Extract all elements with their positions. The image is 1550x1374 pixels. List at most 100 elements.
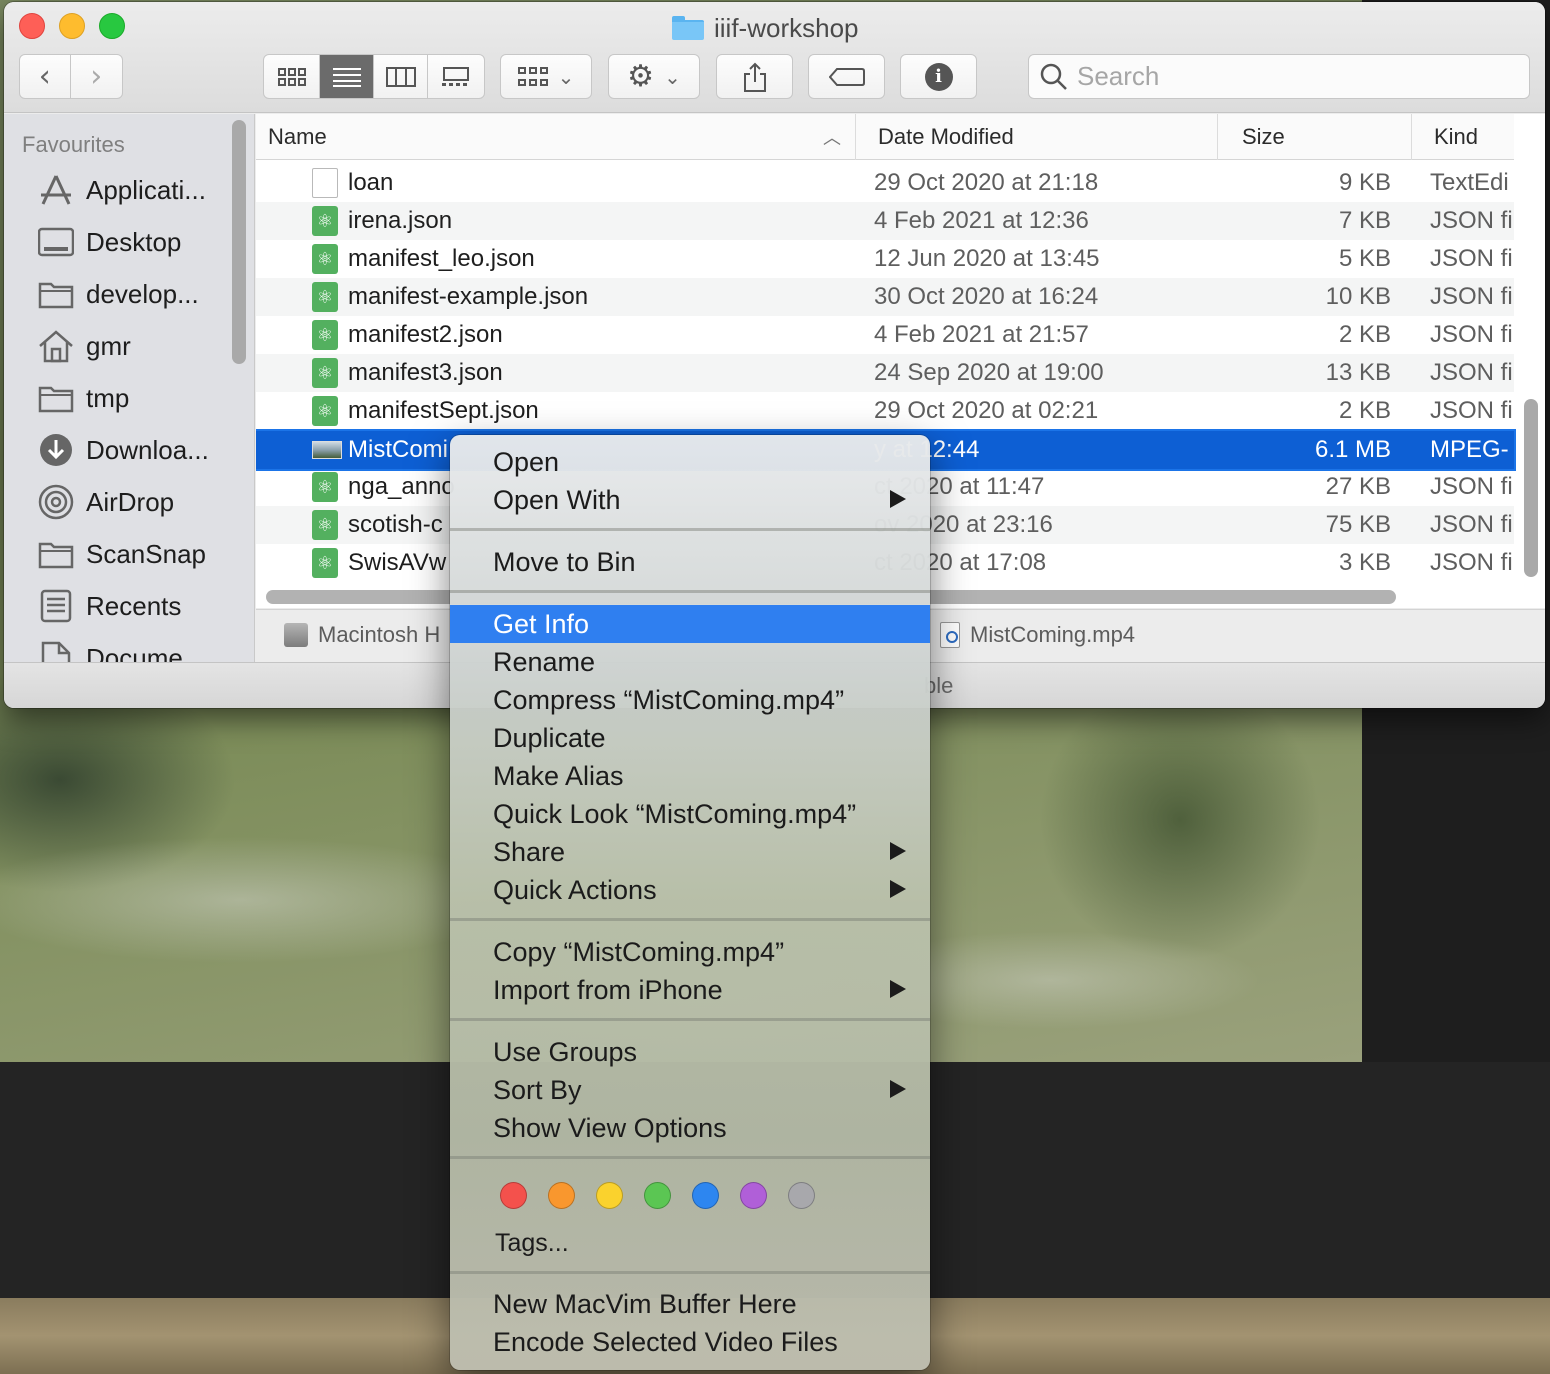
sidebar-item-documents[interactable]: Docume: [36, 638, 183, 662]
file-row-manifest2-json[interactable]: ⚛ manifest2.json 4 Feb 2021 at 21:57 2 K…: [256, 316, 1514, 354]
column-kind[interactable]: Kind: [1412, 114, 1514, 160]
applications-icon: [36, 170, 76, 210]
tag-red-dot[interactable]: [500, 1182, 527, 1209]
share-button[interactable]: [716, 54, 793, 99]
menu-item-open-with[interactable]: Open With: [450, 481, 930, 519]
sidebar-item-developer[interactable]: develop...: [36, 274, 199, 314]
file-row-manifestsept-json[interactable]: ⚛ manifestSept.json 29 Oct 2020 at 02:21…: [256, 392, 1514, 430]
tag-blue-dot[interactable]: [692, 1182, 719, 1209]
menu-item-import-from-iphone[interactable]: Import from iPhone: [450, 971, 930, 1009]
list-view-icon: [332, 67, 361, 87]
context-menu: Open Open With Move to Bin Get Info Rena…: [450, 435, 930, 1370]
file-row-loan[interactable]: loan 29 Oct 2020 at 21:18 9 KB TextEdi: [256, 164, 1514, 202]
desktop-icon: [36, 222, 76, 262]
file-list-vertical-scrollbar[interactable]: [1524, 399, 1538, 577]
menu-item-show-view-options[interactable]: Show View Options: [450, 1109, 930, 1147]
json-file-icon: ⚛: [312, 282, 338, 312]
back-button[interactable]: ‹: [20, 55, 71, 98]
folder-icon: [36, 274, 76, 314]
menu-item-rename[interactable]: Rename: [450, 643, 930, 681]
menu-separator: [450, 1271, 930, 1274]
tag-grey-dot[interactable]: [788, 1182, 815, 1209]
menu-item-copy[interactable]: Copy “MistComing.mp4”: [450, 933, 930, 971]
menu-item-quick-actions[interactable]: Quick Actions: [450, 871, 930, 909]
column-name[interactable]: Name ︿: [256, 114, 856, 160]
icon-view-button[interactable]: [264, 55, 320, 98]
column-name-label: Name: [268, 124, 327, 149]
sidebar-item-gmr[interactable]: gmr: [36, 326, 131, 366]
list-view-button[interactable]: [320, 55, 374, 98]
search-field[interactable]: Search: [1028, 54, 1530, 99]
column-view-button[interactable]: [374, 55, 428, 98]
sidebar-item-label: Applicati...: [86, 174, 206, 205]
sidebar-item-scansnap[interactable]: ScanSnap: [36, 534, 206, 574]
navigation-buttons: ‹ ›: [19, 54, 123, 99]
file-kind: JSON fi: [1430, 283, 1513, 310]
menu-item-label: Import from iPhone: [493, 974, 723, 1005]
menu-item-get-info[interactable]: Get Info: [450, 605, 930, 643]
file-size: 27 KB: [1325, 473, 1391, 500]
menu-item-use-groups[interactable]: Use Groups: [450, 1033, 930, 1071]
menu-separator: [450, 590, 930, 593]
path-item-disk[interactable]: Macintosh H: [284, 622, 440, 648]
tag-icon: [828, 67, 865, 86]
get-info-button[interactable]: i: [900, 54, 977, 99]
file-row-irena-json[interactable]: ⚛ irena.json 4 Feb 2021 at 12:36 7 KB JS…: [256, 202, 1514, 240]
menu-item-move-to-bin[interactable]: Move to Bin: [450, 543, 930, 581]
tag-orange-dot[interactable]: [548, 1182, 575, 1209]
menu-item-share[interactable]: Share: [450, 833, 930, 871]
edit-tags-button[interactable]: [808, 54, 885, 99]
tag-yellow-dot[interactable]: [596, 1182, 623, 1209]
sidebar-item-applications[interactable]: Applicati...: [36, 170, 206, 210]
column-date-modified[interactable]: Date Modified: [856, 114, 1218, 160]
menu-item-tags[interactable]: Tags...: [450, 1224, 930, 1262]
column-date-label: Date Modified: [878, 124, 1014, 149]
sidebar-item-label: Downloa...: [86, 434, 209, 465]
sidebar-item-airdrop[interactable]: AirDrop: [36, 482, 174, 522]
close-window-button[interactable]: [19, 13, 45, 39]
tag-green-dot[interactable]: [644, 1182, 671, 1209]
menu-item-new-macvim-buffer[interactable]: New MacVim Buffer Here: [450, 1285, 930, 1323]
file-row-manifest-example-json[interactable]: ⚛ manifest-example.json 30 Oct 2020 at 1…: [256, 278, 1514, 316]
action-menu-button[interactable]: ⚙ ⌄: [608, 54, 700, 99]
file-row-manifest-leo-json[interactable]: ⚛ manifest_leo.json 12 Jun 2020 at 13:45…: [256, 240, 1514, 278]
sidebar-item-tmp[interactable]: tmp: [36, 378, 129, 418]
menu-item-make-alias[interactable]: Make Alias: [450, 757, 930, 795]
minimize-window-button[interactable]: [59, 13, 85, 39]
menu-item-duplicate[interactable]: Duplicate: [450, 719, 930, 757]
file-kind: JSON fi: [1430, 511, 1513, 538]
zoom-window-button[interactable]: [99, 13, 125, 39]
file-date: 4 Feb 2021 at 21:57: [874, 321, 1089, 348]
menu-item-quick-look[interactable]: Quick Look “MistComing.mp4”: [450, 795, 930, 833]
forward-button[interactable]: ›: [71, 55, 122, 98]
file-date: 12 Jun 2020 at 13:45: [874, 245, 1100, 272]
search-placeholder: Search: [1077, 61, 1160, 91]
recents-icon: [36, 586, 76, 626]
view-mode-switcher: [263, 54, 485, 99]
path-item-file[interactable]: MistComing.mp4: [940, 622, 1135, 648]
tag-purple-dot[interactable]: [740, 1182, 767, 1209]
menu-item-encode-video[interactable]: Encode Selected Video Files: [450, 1323, 930, 1361]
finder-toolbar: iiif-workshop ‹ › ⌄ ⚙ ⌄ i Search: [4, 2, 1545, 113]
menu-item-open[interactable]: Open: [450, 443, 930, 481]
sidebar-item-desktop[interactable]: Desktop: [36, 222, 181, 262]
menu-item-label: Sort By: [493, 1074, 582, 1105]
menu-item-label: Open With: [493, 484, 621, 515]
sidebar-item-label: Recents: [86, 590, 182, 621]
menu-item-label: Make Alias: [493, 760, 624, 791]
documents-icon: [36, 638, 76, 662]
menu-item-sort-by[interactable]: Sort By: [450, 1071, 930, 1109]
icon-view-icon: [277, 67, 306, 86]
sidebar-item-recents[interactable]: Recents: [36, 586, 181, 626]
sidebar-item-label: Desktop: [86, 226, 182, 257]
column-size[interactable]: Size: [1218, 114, 1412, 160]
menu-item-label: Move to Bin: [493, 546, 636, 577]
gallery-view-button[interactable]: [428, 55, 484, 98]
menu-separator: [450, 528, 930, 531]
file-row-manifest3-json[interactable]: ⚛ manifest3.json 24 Sep 2020 at 19:00 13…: [256, 354, 1514, 392]
sidebar-scrollbar[interactable]: [232, 120, 246, 364]
sidebar-item-downloads[interactable]: Downloa...: [36, 430, 209, 470]
group-by-button[interactable]: ⌄: [500, 54, 592, 99]
airdrop-icon: [36, 482, 76, 522]
menu-item-compress[interactable]: Compress “MistComing.mp4”: [450, 681, 930, 719]
